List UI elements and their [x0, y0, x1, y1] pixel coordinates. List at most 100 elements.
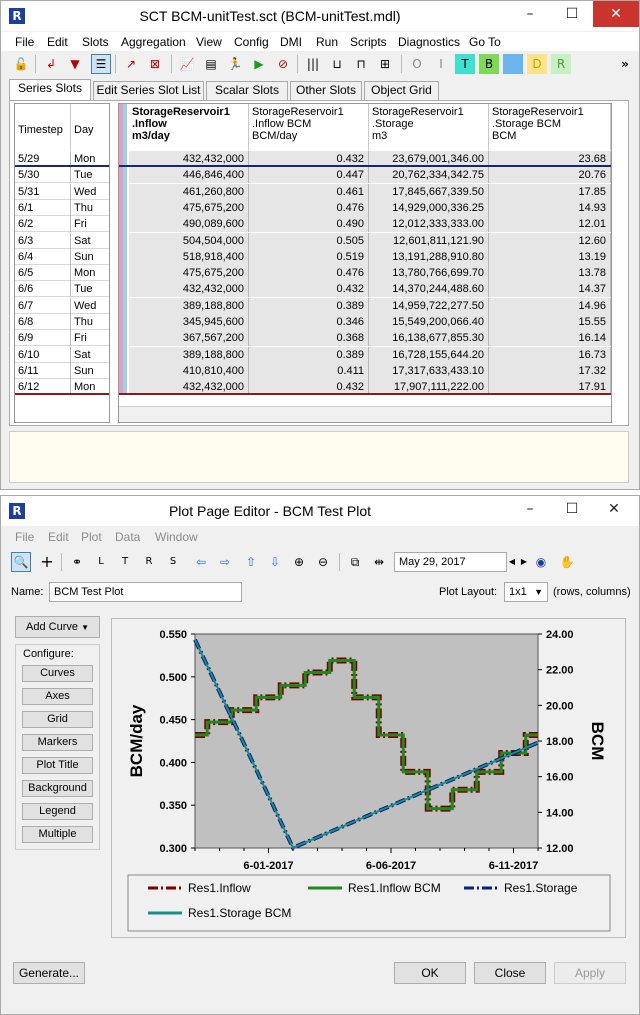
- hand-icon[interactable]: ✋: [557, 552, 577, 572]
- fit-all-icon[interactable]: ⊞: [375, 54, 395, 74]
- timestep-row[interactable]: 6/5 Mon: [15, 265, 109, 282]
- menu-file[interactable]: File: [15, 530, 34, 544]
- bcm-chart[interactable]: 0.300 0.350 0.400 0.450 0.500 0.550 12.00 14.00…: [112, 619, 625, 937]
- pan-down-icon[interactable]: ⇩: [265, 552, 285, 572]
- menu-plot[interactable]: Plot: [81, 530, 102, 544]
- inflow-cell[interactable]: 345,945,600: [129, 314, 249, 330]
- storage-cell[interactable]: 17,317,633,433.10: [369, 362, 489, 379]
- close-slot-icon[interactable]: ⊠: [145, 54, 165, 74]
- storage-bcm-cell[interactable]: 12.01: [489, 216, 611, 233]
- menu-goto[interactable]: Go To: [469, 35, 501, 49]
- storage-bcm-cell[interactable]: 17.85: [489, 183, 611, 200]
- menu-run[interactable]: Run: [316, 35, 338, 49]
- play-icon[interactable]: ▶: [249, 54, 269, 74]
- markers-button[interactable]: Markers: [22, 734, 93, 751]
- menu-diagnostics[interactable]: Diagnostics: [398, 35, 460, 49]
- column-header-inflow[interactable]: StorageReservoir1 .Inflow m3/day: [129, 104, 249, 150]
- storage-cell[interactable]: 16,728,155,644.20: [369, 346, 489, 363]
- pan-up-icon[interactable]: ⇧: [241, 552, 261, 572]
- toggle-r-icon[interactable]: R: [551, 54, 571, 74]
- stop-icon[interactable]: ⊘: [273, 54, 293, 74]
- tab-object-grid[interactable]: Object Grid: [364, 81, 439, 100]
- inflow-cell[interactable]: 490,089,600: [129, 216, 249, 233]
- inflow-bcm-cell[interactable]: 0.476: [249, 199, 369, 216]
- tab-series-slots[interactable]: Series Slots: [9, 79, 91, 100]
- inflow-bcm-cell[interactable]: 0.389: [249, 346, 369, 363]
- timestep-row[interactable]: 6/2 Fri: [15, 216, 109, 233]
- menu-config[interactable]: Config: [234, 35, 269, 49]
- inflow-cell[interactable]: 446,846,400: [129, 167, 249, 184]
- lock-icon[interactable]: 🔓: [11, 54, 31, 74]
- series-row[interactable]: 475,675,200 0.476 13,780,766,699.70 13.78: [129, 265, 611, 282]
- pan-left-icon[interactable]: ⇦: [191, 552, 211, 572]
- globe-icon[interactable]: ◉: [531, 552, 551, 572]
- run-person-icon[interactable]: 🏃: [225, 54, 245, 74]
- curves-button[interactable]: Curves: [22, 665, 93, 682]
- fit-range-icon[interactable]: ⇹: [369, 552, 389, 572]
- pan-right-icon[interactable]: ⇨: [215, 552, 235, 572]
- menu-aggregation[interactable]: Aggregation: [121, 35, 186, 49]
- close-button[interactable]: ✕: [593, 496, 635, 522]
- storage-bcm-cell[interactable]: 16.73: [489, 346, 611, 363]
- storage-cell[interactable]: 13,191,288,910.80: [369, 248, 489, 265]
- series-row[interactable]: 490,089,600 0.490 12,012,333,333.00 12.01: [129, 216, 611, 233]
- apply-button[interactable]: Apply: [554, 962, 626, 984]
- menu-view[interactable]: View: [196, 35, 222, 49]
- toggle-t-icon[interactable]: T: [455, 54, 475, 74]
- date-next-icon[interactable]: ▶: [518, 552, 530, 572]
- storage-cell[interactable]: 20,762,334,342.75: [369, 167, 489, 184]
- inflow-cell[interactable]: 389,188,800: [129, 297, 249, 314]
- toggle-m-icon[interactable]: M: [503, 54, 523, 74]
- storage-cell[interactable]: 17,845,667,339.50: [369, 183, 489, 200]
- timestep-row[interactable]: 6/11 Sun: [15, 362, 109, 379]
- storage-bcm-cell[interactable]: 14.93: [489, 199, 611, 216]
- series-row[interactable]: 410,810,400 0.411 17,317,633,433.10 17.32: [129, 362, 611, 379]
- axis-s-icon[interactable]: S: [163, 552, 183, 572]
- inflow-cell[interactable]: 461,260,800: [129, 183, 249, 200]
- background-button[interactable]: Background: [22, 780, 93, 797]
- multiple-button[interactable]: Multiple: [22, 826, 93, 843]
- column-header-storage[interactable]: StorageReservoir1 .Storage m3: [369, 104, 489, 150]
- series-row[interactable]: 446,846,400 0.447 20,762,334,342.75 20.76: [129, 167, 611, 184]
- add-curve-button[interactable]: Add Curve ▼: [15, 616, 100, 638]
- timestep-row[interactable]: 6/1 Thu: [15, 199, 109, 216]
- inflow-bcm-cell[interactable]: 0.411: [249, 362, 369, 379]
- grid-button[interactable]: Grid: [22, 711, 93, 728]
- timestep-row[interactable]: 5/30 Tue: [15, 167, 109, 184]
- link-icon[interactable]: ⚭: [67, 552, 87, 572]
- generate-button[interactable]: Generate...: [13, 962, 85, 984]
- close-button[interactable]: ✕: [593, 1, 639, 27]
- menu-window[interactable]: Window: [155, 530, 198, 544]
- inflow-cell[interactable]: 475,675,200: [129, 265, 249, 282]
- column-icon[interactable]: |||: [303, 54, 323, 74]
- inflow-bcm-cell[interactable]: 0.476: [249, 265, 369, 282]
- timestep-row[interactable]: 5/31 Wed: [15, 183, 109, 200]
- storage-bcm-cell[interactable]: 14.96: [489, 297, 611, 314]
- tab-other-slots[interactable]: Other Slots: [290, 81, 362, 100]
- close-dialog-button[interactable]: Close: [474, 962, 546, 984]
- inflow-bcm-cell[interactable]: 0.490: [249, 216, 369, 233]
- horizontal-scrollbar[interactable]: [119, 406, 611, 422]
- inflow-bcm-cell[interactable]: 0.432: [249, 281, 369, 298]
- timestep-row[interactable]: 6/8 Thu: [15, 314, 109, 330]
- storage-bcm-cell[interactable]: 14.37: [489, 281, 611, 298]
- series-row[interactable]: 389,188,800 0.389 14,959,722,277.50 14.96: [129, 297, 611, 314]
- series-row[interactable]: 389,188,800 0.389 16,728,155,644.20 16.73: [129, 346, 611, 363]
- timestep-row[interactable]: 6/7 Wed: [15, 297, 109, 314]
- column-header-storage-bcm[interactable]: StorageReservoir1 .Storage BCM BCM: [489, 104, 611, 150]
- timestep-row[interactable]: 6/9 Fri: [15, 330, 109, 347]
- storage-bcm-cell[interactable]: 16.14: [489, 330, 611, 347]
- series-row[interactable]: 432,432,000 0.432 14,370,244,488.60 14.37: [129, 281, 611, 298]
- inflow-cell[interactable]: 367,567,200: [129, 330, 249, 347]
- toggle-b-icon[interactable]: B: [479, 54, 499, 74]
- storage-bcm-cell[interactable]: 15.55: [489, 314, 611, 330]
- inflow-cell[interactable]: 389,188,800: [129, 346, 249, 363]
- series-row[interactable]: 518,918,400 0.519 13,191,288,910.80 13.19: [129, 248, 611, 265]
- axes-button[interactable]: Axes: [22, 688, 93, 705]
- toggle-d-icon[interactable]: D: [527, 54, 547, 74]
- fit-width-icon[interactable]: ⊔: [327, 54, 347, 74]
- inflow-bcm-cell[interactable]: 0.368: [249, 330, 369, 347]
- legend-button[interactable]: Legend: [22, 803, 93, 820]
- plot-name-input[interactable]: BCM Test Plot: [49, 582, 242, 602]
- zoom-select-icon[interactable]: 🔍: [11, 552, 31, 572]
